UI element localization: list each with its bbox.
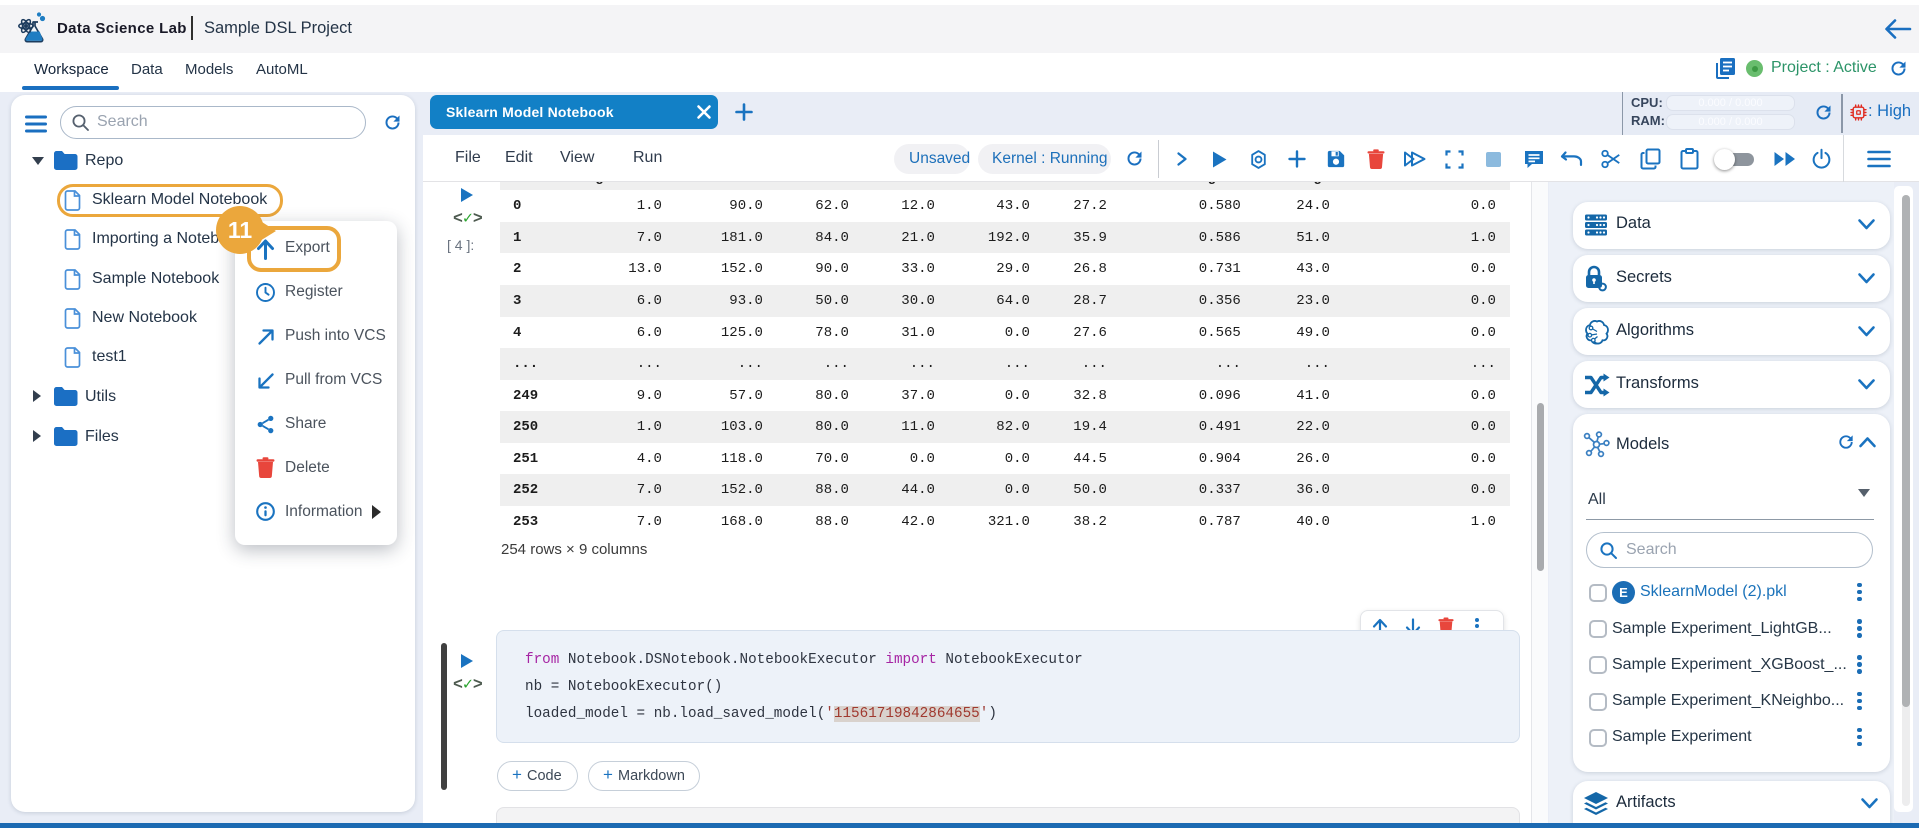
svg-text:11: 11 (228, 217, 253, 243)
